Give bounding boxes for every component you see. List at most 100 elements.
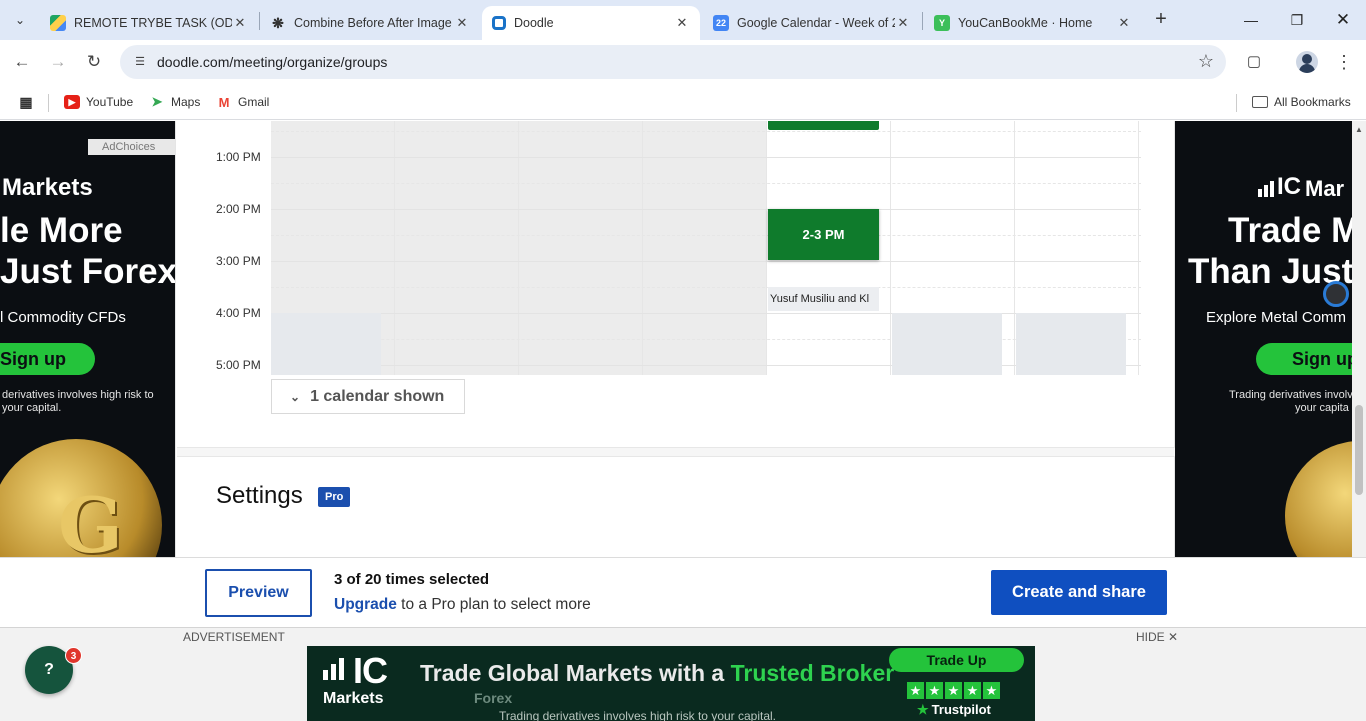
scrollbar-thumb[interactable] (1355, 405, 1363, 495)
close-icon[interactable]: ✕ (895, 15, 911, 31)
doodle-main-panel: 1:00 PM 2:00 PM 3:00 PM 4:00 PM 5:00 PM (175, 121, 1175, 557)
right-side-ad[interactable]: IC Mar Trade M Than Just Explore Metal C… (1175, 121, 1352, 557)
folder-icon (1252, 96, 1268, 108)
create-and-share-button[interactable]: Create and share (991, 570, 1167, 615)
all-bookmarks[interactable]: All Bookmarks (1252, 93, 1351, 111)
trustpilot-logo: ★ Trustpilot (917, 702, 991, 717)
tab-remote-trybe[interactable]: REMOTE TRYBE TASK (ODUY ✕ (40, 6, 258, 40)
address-bar[interactable]: ☰ doodle.com/meeting/organize/groups ☆ (120, 45, 1226, 79)
gold-coin-image (1285, 441, 1352, 557)
url-text[interactable]: doodle.com/meeting/organize/groups (157, 54, 387, 70)
day-column[interactable] (643, 121, 767, 375)
banner-forex: Forex (474, 690, 513, 706)
bookmark-divider (1236, 94, 1237, 112)
banner-disclaimer: Trading derivatives involves high risk t… (499, 709, 777, 721)
grid-line (271, 183, 1141, 184)
tab-title: YouCanBookMe · Home (958, 16, 1093, 30)
notification-badge: 3 (65, 647, 82, 664)
advertisement-label: ADVERTISEMENT (183, 630, 285, 644)
bookmark-gmail[interactable]: M Gmail (216, 93, 270, 111)
apps-grid-icon[interactable]: ▦ (18, 93, 40, 111)
left-side-ad[interactable]: AdChoices Markets le More Just Forex l C… (0, 121, 175, 557)
close-icon[interactable]: ✕ (674, 15, 690, 31)
tab-title: Combine Before After Image (294, 16, 452, 30)
minimize-button[interactable]: — (1228, 6, 1274, 34)
preview-button[interactable]: Preview (205, 569, 312, 617)
tab-google-calendar[interactable]: 22 Google Calendar - Week of 2 ✕ (703, 6, 921, 40)
extensions-icon[interactable]: ▢ (1242, 50, 1266, 74)
ad-brand-ic: IC (1277, 173, 1301, 200)
maximize-button[interactable]: ❐ (1274, 6, 1320, 34)
close-window-button[interactable]: ✕ (1320, 6, 1366, 34)
bottom-ad-bar: ADVERTISEMENT HIDE ✕ IC Markets Trade Gl… (0, 627, 1366, 721)
bookmark-label: Maps (171, 95, 201, 109)
selection-count: 3 of 20 times selected (334, 571, 490, 588)
day-column[interactable] (395, 121, 519, 375)
banner-headline: Trade Global Markets with a Trusted Brok… (420, 660, 895, 686)
page-scrollbar[interactable]: ▲ (1352, 121, 1366, 557)
bookmark-label: Gmail (238, 95, 270, 109)
close-icon[interactable]: ✕ (454, 15, 470, 31)
time-label: 1:00 PM (216, 150, 261, 164)
menu-kebab-icon[interactable]: ⋮ (1332, 50, 1356, 74)
grid-line (271, 209, 1141, 210)
ycbm-icon: Y (934, 15, 950, 31)
ad-headline-1: Trade M (1228, 211, 1352, 250)
ad-subline: l Commodity CFDs (0, 309, 126, 326)
selected-time-slot[interactable]: 2-3 PM (768, 209, 879, 260)
forward-arrow-icon[interactable]: → (45, 49, 71, 75)
ad-brand: Mar (1305, 176, 1345, 201)
close-icon[interactable]: ✕ (232, 15, 248, 31)
ad-disclaimer-1: derivatives involves high risk to (2, 389, 154, 401)
bookmark-label: YouTube (86, 95, 134, 109)
pro-badge: Pro (318, 487, 351, 507)
grid-line (271, 287, 1141, 288)
bookmarks-bar: ▦ ▶ YouTube ➤ Maps M Gmail All Bookmarks (0, 85, 1366, 120)
close-icon[interactable]: ✕ (1116, 15, 1132, 31)
ad-signup-button[interactable]: Sign up (1256, 343, 1352, 375)
selected-time-slot[interactable] (768, 121, 879, 130)
busy-block (271, 313, 381, 375)
existing-calendar-event[interactable]: Yusuf Musiliu and Kl (768, 287, 879, 311)
bookmark-maps[interactable]: ➤ Maps (149, 93, 201, 111)
time-label: 4:00 PM (216, 306, 261, 320)
day-column[interactable] (519, 121, 643, 375)
time-label: 2:00 PM (216, 202, 261, 216)
calendars-shown-toggle[interactable]: ⌄ 1 calendar shown (271, 379, 465, 414)
grid-line (271, 339, 1141, 340)
upgrade-link[interactable]: Upgrade (334, 596, 397, 613)
section-divider (177, 447, 1175, 457)
time-label: 5:00 PM (216, 358, 261, 372)
busy-block (892, 313, 1002, 375)
hide-ad-button[interactable]: HIDE ✕ (1136, 630, 1178, 644)
bookmark-star-icon[interactable]: ☆ (1198, 51, 1214, 72)
tab-title: Google Calendar - Week of 2 (737, 16, 895, 30)
adchoices-label[interactable]: AdChoices (88, 139, 175, 155)
ad-banner[interactable]: IC Markets Trade Global Markets with a T… (307, 646, 1035, 721)
all-bookmarks-label: All Bookmarks (1274, 95, 1351, 109)
upgrade-message: Upgrade to a Pro plan to select more (334, 596, 591, 614)
bookmark-youtube[interactable]: ▶ YouTube (64, 93, 133, 111)
tab-search-icon[interactable]: ⌄ (8, 8, 32, 32)
back-arrow-icon[interactable]: ← (9, 49, 35, 75)
overlay-widget-icon[interactable] (1323, 281, 1349, 307)
calendar-week-grid[interactable]: 2-3 PM Yusuf Musiliu and Kl (271, 121, 1141, 375)
tab-doodle[interactable]: Doodle ✕ (482, 6, 700, 40)
site-info-icon[interactable]: ☰ (132, 54, 148, 70)
ad-signup-button[interactable]: Sign up (0, 343, 95, 375)
ad-disclaimer-2: your capital. (2, 402, 62, 414)
selection-footer: Preview 3 of 20 times selected Upgrade t… (0, 557, 1366, 627)
grid-line (271, 157, 1141, 158)
tab-youcanbookme[interactable]: Y YouCanBookMe · Home ✕ (924, 6, 1142, 40)
new-tab-button[interactable]: + (1150, 8, 1172, 32)
profile-avatar[interactable] (1296, 51, 1318, 73)
page-viewport: AdChoices Markets le More Just Forex l C… (0, 121, 1366, 721)
reload-icon[interactable]: ↻ (81, 49, 107, 75)
openai-icon: ❋ (272, 14, 284, 31)
scroll-up-arrow-icon[interactable]: ▲ (1355, 125, 1363, 134)
grid-line (271, 235, 1141, 236)
trade-up-button[interactable]: Trade Up (889, 648, 1024, 672)
tab-combine-images[interactable]: ❋ Combine Before After Image ✕ (260, 6, 480, 40)
drive-icon (50, 15, 66, 31)
grid-line (271, 131, 1141, 132)
